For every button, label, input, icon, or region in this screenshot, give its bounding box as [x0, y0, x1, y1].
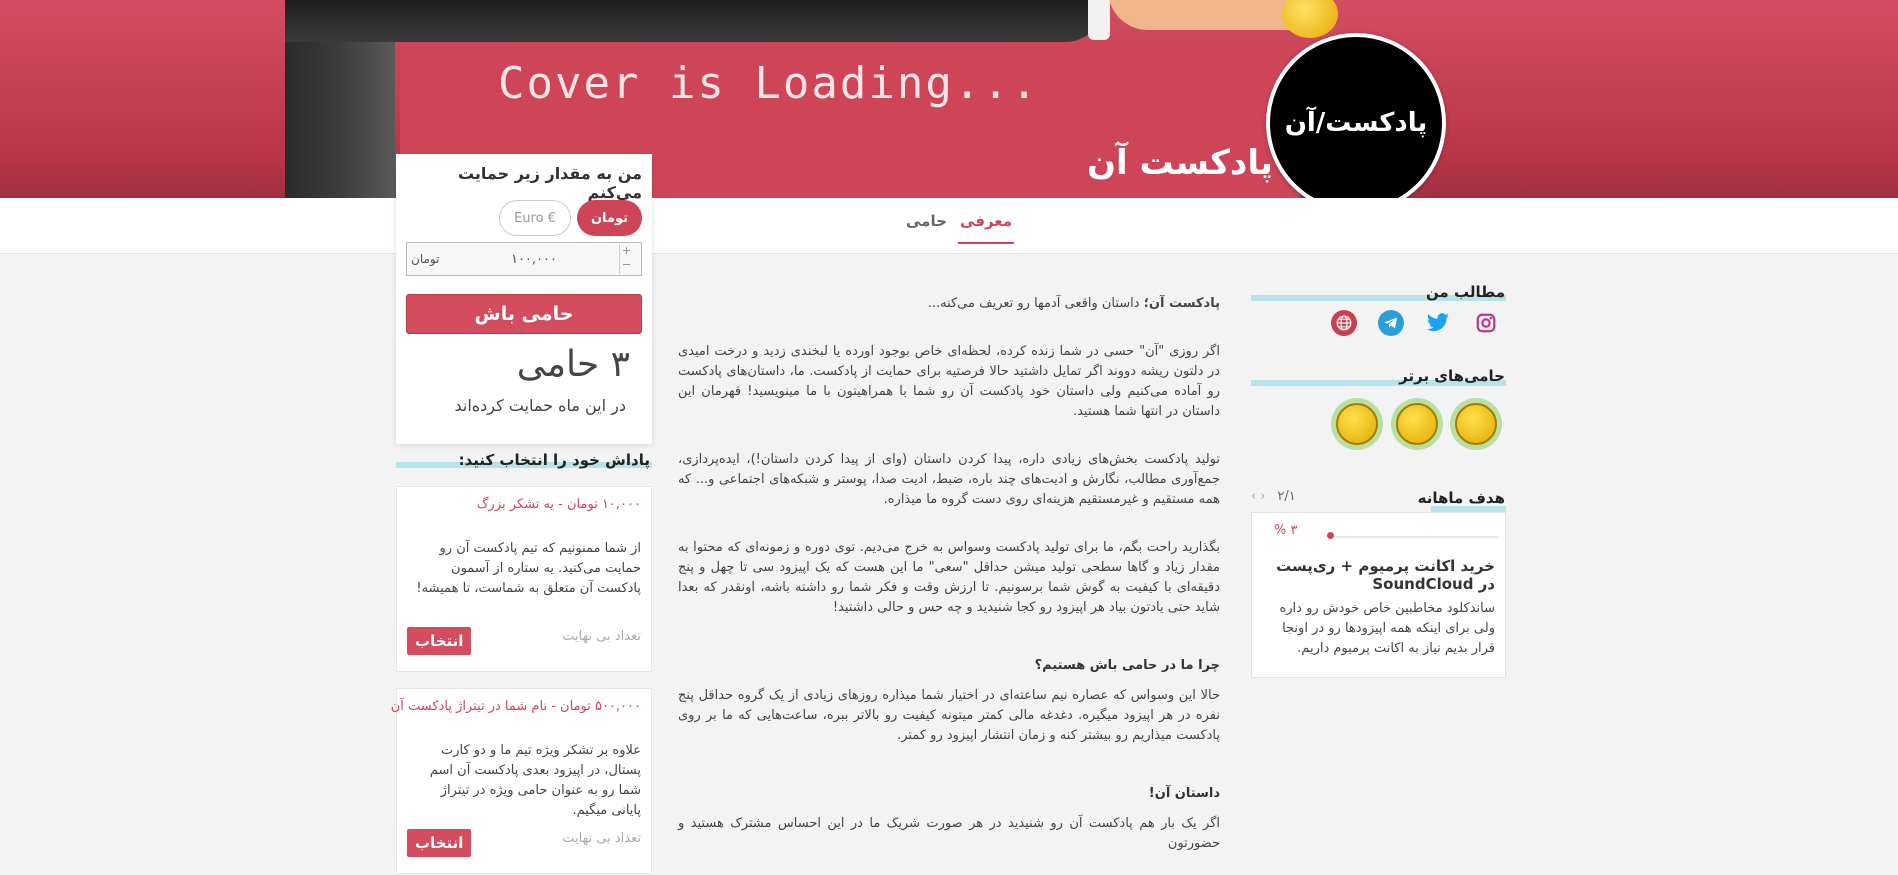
goal-title: خرید اکانت پرمیوم + ری‌پست در SoundCloud [1276, 557, 1495, 593]
tab-intro[interactable]: معرفی [958, 212, 1014, 244]
chevron-right-icon[interactable]: › [1260, 489, 1265, 504]
intro-paragraph: پادکست آن؛ داستان واقعی آدمها رو تعریف م… [678, 294, 1220, 314]
support-title: من به مقدار زیر حمایت می‌کنم [457, 164, 642, 202]
goal-percent: ۳ % [1274, 523, 1298, 538]
amount-unit: تومان [411, 252, 440, 266]
page-title: پادکست آن [1087, 143, 1273, 183]
cover-banner: Cover is Loading... پادکست آن [0, 0, 1898, 198]
description-body: پادکست آن؛ داستان واقعی آدمها رو تعریف م… [678, 294, 1220, 875]
reward-title: ۵۰۰,۰۰۰ تومان - نام شما در تیتراژ پادکست… [390, 699, 641, 714]
stepper-down-icon[interactable]: − [620, 258, 633, 272]
smiley-icon [1336, 403, 1378, 445]
telegram-icon[interactable] [1378, 310, 1404, 336]
reward-title: ۱۰,۰۰۰ تومان - یه تشکر بزرگ [476, 497, 641, 512]
tab-supporters[interactable]: حامی [906, 212, 947, 242]
currency-euro-button[interactable]: € Euro [499, 200, 571, 236]
amount-value: ۱۰۰,۰۰۰ [510, 251, 557, 267]
my-posts-heading: مطالب من [1425, 283, 1505, 301]
supporter-avatar[interactable] [1391, 398, 1443, 450]
cover-decoration-sleeve [285, 0, 1105, 42]
smiley-icon [1396, 403, 1438, 445]
top-supporters-heading: حامی‌های برتر [1399, 367, 1505, 385]
cover-decoration-cuff [1088, 0, 1110, 40]
supporter-avatar[interactable] [1450, 398, 1502, 450]
goal-card: ۳ % خرید اکانت پرمیوم + ری‌پست در SoundC… [1251, 512, 1506, 678]
supporters-count: ۳ حامی [516, 344, 630, 385]
select-reward-button[interactable]: انتخاب [407, 627, 472, 655]
reward-card: ۵۰۰,۰۰۰ تومان - نام شما در تیتراژ پادکست… [391, 688, 652, 874]
pager-label: ۲/۱ [1277, 489, 1296, 504]
twitter-icon[interactable] [1425, 310, 1451, 336]
cover-loading-text: Cover is Loading... [498, 58, 1040, 109]
monthly-goal-heading: هدف ماهانه [1417, 489, 1505, 507]
reward-description: از شما ممنونیم که تیم پادکست آن رو حمایت… [416, 541, 641, 596]
goal-pager: ‹ › ۲/۱ [1251, 489, 1296, 504]
intro-text: داستان واقعی آدمها رو تعریف می‌کنه... [927, 296, 1144, 311]
support-box: من به مقدار زیر حمایت می‌کنم تومان € Eur… [396, 154, 652, 444]
smiley-icon [1455, 403, 1497, 445]
rewards-heading: پاداش خود را انتخاب کنید: [458, 451, 650, 469]
reward-limit: تعداد بی نهایت [562, 629, 641, 644]
goal-progress-bar [1328, 536, 1498, 538]
intro-bold: پادکست آن؛ [1143, 296, 1220, 311]
support-button[interactable]: حامی باش [406, 294, 642, 334]
reward-description: علاوه بر تشکر ویژه تیم ما و دو کارت پستا… [429, 743, 641, 818]
amount-input[interactable]: تومان ۱۰۰,۰۰۰ + − [406, 242, 642, 276]
coin-icon [1282, 0, 1338, 38]
currency-toman-button[interactable]: تومان [576, 200, 642, 236]
amount-stepper[interactable]: + − [619, 244, 633, 274]
cover-decoration-hand [1108, 0, 1308, 30]
tab-bar: معرفی حامی [0, 198, 1898, 254]
paragraph: اگر یک بار هم پادکست آن رو شنیدید در هر … [678, 816, 1220, 851]
supporter-avatar[interactable] [1331, 398, 1383, 450]
supporters-subtitle: در این ماه حمایت کرده‌اند [454, 396, 626, 415]
paragraph: اگر روزی "آن" حسی در شما زنده کرده، لحظه… [678, 344, 1220, 419]
paragraph: تولید پادکست بخش‌های زیادی داره، پیدا کر… [678, 452, 1220, 507]
instagram-icon[interactable] [1473, 310, 1499, 336]
avatar: پادکست/آن [1266, 33, 1446, 213]
reward-card: ۱۰,۰۰۰ تومان - یه تشکر بزرگ از شما ممنون… [396, 486, 652, 672]
stepper-up-icon[interactable]: + [620, 244, 633, 258]
section-heading: چرا ما در حامی باش هستیم؟ [1034, 658, 1220, 673]
goal-description: ساندکلود مخاطبین خاص خودش رو داره ولی بر… [1279, 601, 1495, 656]
reward-limit: تعداد بی نهایت [562, 831, 641, 846]
section-heading: داستان آن! [1148, 786, 1220, 801]
currency-selector: تومان € Euro [499, 200, 642, 236]
logo-text: پادکست/آن [1284, 108, 1428, 138]
goal-progress-indicator [1327, 532, 1334, 539]
paragraph: بگذارید راحت بگم، ما برای تولید پادکست و… [678, 540, 1220, 615]
paragraph: حالا این وسواس که عصاره نیم ساعته‌ای در … [678, 688, 1220, 743]
chevron-left-icon[interactable]: ‹ [1251, 489, 1256, 504]
website-icon[interactable] [1331, 310, 1357, 336]
select-reward-button[interactable]: انتخاب [407, 829, 472, 857]
